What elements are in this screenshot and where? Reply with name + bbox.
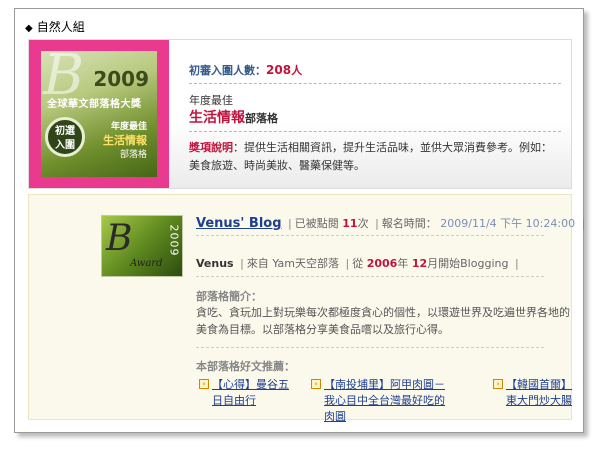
blog-award-logo[interactable]: B 2009 Award [101, 215, 183, 277]
separator: | [514, 257, 519, 270]
finalist-count: 初審入圍人數：208人 [189, 62, 302, 78]
recommend-link[interactable]: 【韓國首爾】東大門炒大腸 [506, 377, 581, 409]
divider [189, 131, 561, 132]
separator: | [375, 217, 379, 230]
page-frame: ◆ 自然人組 B 2009 全球華文部落格大獎 初選 入圍 年度最佳 生活情報 部… [14, 8, 585, 433]
clicked-suffix: 次 [357, 217, 369, 230]
separator: | [581, 217, 586, 230]
divider [196, 276, 544, 277]
recommend-link[interactable]: 【心得】曼谷五日自由行 [212, 377, 294, 409]
award-description: 獎項說明：提供生活相關資訊，提升生活品味，並供大眾消費參考。例如：美食旅遊、時尚… [189, 139, 559, 175]
badge-line2: 年度最佳 [110, 122, 147, 132]
arrow-box-icon: › [199, 379, 209, 389]
section-title: 自然人組 [36, 20, 85, 34]
badge-line3: 生活情報 [103, 134, 147, 147]
diamond-bullet-icon: ◆ [25, 23, 33, 34]
category-title-suffix: 部落格 [245, 112, 278, 125]
category-title-main: 生活情報 [189, 110, 245, 126]
blog-owner-row: Venus | 來自 Yam天空部落 | 從 2006年 12月開始Blogging… [196, 255, 522, 271]
recommend-heading: 本部落格好文推薦： [196, 360, 295, 373]
divider [189, 83, 561, 84]
arrow-box-icon: › [311, 379, 321, 389]
separator: | [240, 257, 244, 270]
signup-time: 2009/11/4 下午 10:24:00 [440, 217, 576, 230]
section-heading: ◆ 自然人組 [25, 18, 85, 35]
blog-card: B 2009 Award Venus' Blog | 已被點閱 11次 | 報名時間… [28, 194, 585, 423]
blog-header-row: Venus' Blog | 已被點閱 11次 | 報名時間： 2009/11/4 下… [196, 215, 588, 231]
since-year: 2006 [366, 257, 398, 270]
divider [196, 235, 544, 236]
clicked-prefix: 已被點閱 [294, 217, 339, 230]
clicked-count: 11 [342, 217, 358, 230]
award-panel: B 2009 全球華文部落格大獎 初選 入圍 年度最佳 生活情報 部落格 初審入… [28, 39, 572, 189]
logo-year: 2009 [167, 224, 181, 257]
intro-heading: 部落格簡介： [196, 290, 262, 303]
badge-line4: 部落格 [119, 150, 147, 160]
badge-finalist-text: 初選 入圍 [55, 126, 75, 151]
recommend-item: › 【南投埔里】阿甲肉圓－我心目中全台灣最好吃的肉圓 [311, 377, 451, 425]
blog-name-link[interactable]: Venus' Blog [196, 216, 282, 231]
finalist-count-unit: 人 [291, 64, 303, 77]
award-description-text: ：提供生活相關資訊，提升生活品味，並供大眾消費參考。例如：美食旅遊、時尚美妝、醫… [189, 141, 552, 172]
recommend-item: › 【心得】曼谷五日自由行 [199, 377, 294, 409]
divider [196, 347, 544, 348]
since-year-unit: 年 [397, 257, 409, 270]
recommend-item: › 【韓國首爾】東大門炒大腸 [493, 377, 581, 409]
award-description-key: 獎項說明 [189, 141, 233, 154]
intro-text: 貪吃、貪玩加上對玩樂每次都極度貪心的個性，以環遊世界及吃遍世界各地的美食為目標。… [196, 306, 570, 336]
since-month-unit: 月開始Blogging [427, 257, 509, 270]
badge-year: 2009 [93, 67, 149, 91]
category-label: 年度最佳 [189, 94, 233, 107]
platform-name: Yam天空部落 [272, 257, 339, 270]
finalist-count-label: 初審入圍人數： [189, 64, 266, 77]
badge-line1: 全球華文部落格大獎 [47, 99, 142, 110]
since-month: 12 [411, 257, 428, 270]
award-badge-frame: B 2009 全球華文部落格大獎 初選 入圍 年度最佳 生活情報 部落格 [29, 40, 169, 188]
owner-name: Venus [196, 257, 234, 270]
badge-finalist-circle: 初選 入圍 [45, 117, 85, 157]
logo-award-text: Award [130, 258, 163, 269]
from-label: 來自 [246, 257, 269, 270]
arrow-box-icon: › [493, 379, 503, 389]
finalist-count-value: 208 [266, 63, 292, 77]
category-title: 生活情報部落格 [189, 107, 278, 127]
recommend-link[interactable]: 【南投埔里】阿甲肉圓－我心目中全台灣最好吃的肉圓 [324, 377, 451, 425]
separator: | [288, 217, 292, 230]
since-prefix: 從 [352, 257, 364, 270]
award-badge-image: B 2009 全球華文部落格大獎 初選 入圍 年度最佳 生活情報 部落格 [41, 51, 157, 177]
separator: | [345, 257, 350, 270]
logo-b-letter: B [106, 218, 133, 259]
signup-label: 報名時間： [381, 217, 437, 230]
